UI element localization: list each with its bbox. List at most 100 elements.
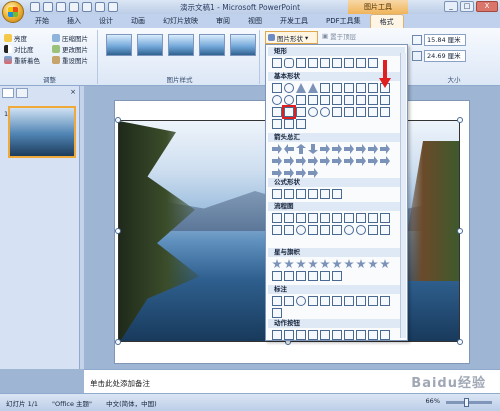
action-button-shape[interactable] — [380, 330, 390, 340]
arrow-shape[interactable] — [308, 156, 318, 166]
office-button[interactable] — [2, 1, 24, 23]
shape-item[interactable] — [368, 95, 378, 105]
arrow-shape[interactable] — [356, 144, 366, 154]
shape-item[interactable] — [344, 107, 354, 117]
redo-icon[interactable] — [56, 2, 66, 12]
action-button-shape[interactable] — [320, 330, 330, 340]
banner-shape[interactable] — [272, 271, 282, 281]
right-arrow-shape[interactable] — [272, 144, 282, 154]
arrow-shape[interactable] — [332, 144, 342, 154]
arrow-shape[interactable] — [368, 144, 378, 154]
action-button-shape[interactable] — [308, 330, 318, 340]
arrow-shape[interactable] — [296, 156, 306, 166]
shape-item[interactable] — [356, 107, 366, 117]
callout-shape[interactable] — [308, 296, 318, 306]
menu-scrollbar[interactable] — [400, 53, 406, 338]
multiply-shape[interactable] — [296, 189, 306, 199]
arrow-shape[interactable] — [320, 144, 330, 154]
text-box-shape[interactable] — [272, 83, 282, 93]
brightness-button[interactable]: 亮度 — [4, 33, 46, 43]
action-button-shape[interactable] — [368, 330, 378, 340]
close-button[interactable]: X — [476, 1, 498, 12]
shape-item[interactable] — [296, 107, 306, 117]
star-shape[interactable] — [296, 259, 306, 269]
resize-handle-e[interactable] — [457, 228, 463, 234]
flowchart-shape[interactable] — [380, 225, 390, 235]
tab-insert[interactable]: 插入 — [58, 14, 90, 28]
undo-icon[interactable] — [43, 2, 53, 12]
hexagon-shape[interactable] — [368, 83, 378, 93]
flowchart-shape[interactable] — [284, 213, 294, 223]
trapezoid-shape[interactable] — [332, 83, 342, 93]
flowchart-shape[interactable] — [320, 213, 330, 223]
flowchart-shape[interactable] — [332, 213, 342, 223]
arrow-shape[interactable] — [272, 156, 282, 166]
picture-style-4[interactable] — [199, 34, 225, 56]
flowchart-shape[interactable] — [284, 225, 294, 235]
flowchart-shape[interactable] — [356, 213, 366, 223]
parallelogram-shape[interactable] — [320, 83, 330, 93]
arrow-shape[interactable] — [380, 144, 390, 154]
picture-style-2[interactable] — [137, 34, 163, 56]
down-arrow-shape[interactable] — [308, 144, 318, 154]
compress-pictures-button[interactable]: 压缩图片 — [52, 33, 96, 43]
banner-shape[interactable] — [296, 271, 306, 281]
callout-shape[interactable] — [272, 308, 282, 318]
arrow-shape[interactable] — [296, 168, 306, 178]
recolor-button[interactable]: 重新着色 — [4, 55, 46, 65]
zoom-slider-thumb[interactable] — [464, 398, 469, 407]
flowchart-shape[interactable] — [296, 225, 306, 235]
arrow-shape[interactable] — [380, 156, 390, 166]
oval-shape[interactable] — [284, 83, 294, 93]
tab-home[interactable]: 开始 — [26, 14, 58, 28]
star-shape[interactable] — [332, 259, 342, 269]
flowchart-shape[interactable] — [332, 225, 342, 235]
star-shape[interactable] — [320, 259, 330, 269]
tab-format[interactable]: 格式 — [369, 14, 404, 28]
shape-item[interactable] — [320, 95, 330, 105]
arrow-shape[interactable] — [320, 156, 330, 166]
flowchart-shape[interactable] — [356, 225, 366, 235]
zoom-slider[interactable] — [446, 398, 492, 407]
tab-design[interactable]: 设计 — [90, 14, 122, 28]
shape-item[interactable] — [332, 95, 342, 105]
rounded-rectangle-shape[interactable] — [284, 58, 294, 68]
not-equal-shape[interactable] — [332, 189, 342, 199]
shape-item[interactable] — [344, 95, 354, 105]
star-shape[interactable] — [356, 259, 366, 269]
star-shape[interactable] — [284, 259, 294, 269]
action-button-shape[interactable] — [332, 330, 342, 340]
arrow-shape[interactable] — [344, 144, 354, 154]
tab-review[interactable]: 审阅 — [207, 14, 239, 28]
maximize-button[interactable]: □ — [460, 1, 474, 12]
callout-shape[interactable] — [344, 296, 354, 306]
flowchart-shape[interactable] — [380, 213, 390, 223]
shape-item[interactable] — [272, 119, 282, 129]
circle-shape[interactable] — [284, 95, 294, 105]
right-triangle-shape[interactable] — [308, 83, 318, 93]
picture-style-3[interactable] — [168, 34, 194, 56]
shape-item[interactable] — [380, 95, 390, 105]
resize-handle-ne[interactable] — [457, 117, 463, 123]
star-shape[interactable] — [344, 259, 354, 269]
open-icon[interactable] — [69, 2, 79, 12]
tab-slides-view[interactable] — [2, 88, 14, 98]
shape-item[interactable] — [296, 119, 306, 129]
callout-shape[interactable] — [272, 296, 282, 306]
tab-animation[interactable]: 动画 — [122, 14, 154, 28]
panel-close-icon[interactable]: × — [70, 88, 76, 96]
flowchart-shape[interactable] — [308, 213, 318, 223]
arrow-shape[interactable] — [308, 168, 318, 178]
snip-rectangle-shape[interactable] — [320, 58, 330, 68]
resize-handle-se[interactable] — [457, 339, 463, 345]
shape-item[interactable] — [296, 95, 306, 105]
shape-item[interactable] — [308, 95, 318, 105]
banner-shape[interactable] — [320, 271, 330, 281]
tab-outline-view[interactable] — [16, 88, 28, 98]
flowchart-shape[interactable] — [368, 225, 378, 235]
action-button-shape[interactable] — [356, 330, 366, 340]
star-shape[interactable] — [272, 259, 282, 269]
callout-shape[interactable] — [296, 296, 306, 306]
arrow-shape[interactable] — [332, 156, 342, 166]
change-picture-button[interactable]: 更改图片 — [52, 44, 96, 54]
